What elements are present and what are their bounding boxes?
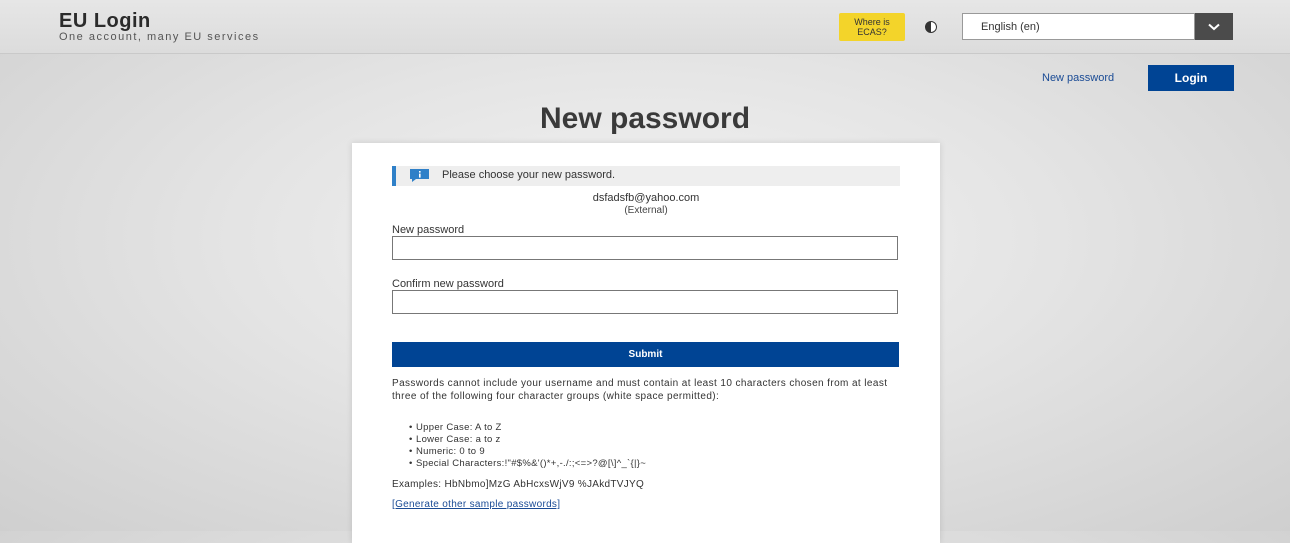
site-subtitle: One account, many EU services [59,31,260,43]
new-password-label: New password [392,224,465,236]
confirm-password-label: Confirm new password [392,278,504,290]
contrast-icon[interactable] [925,21,937,33]
info-message: Please choose your new password. [392,166,900,186]
page-title: New password [539,102,751,135]
rule-upper-case: Upper Case: A to Z [409,422,646,434]
where-is-ecas-button[interactable]: Where is ECAS? [839,13,905,41]
site-header: EU Login One account, many EU services W… [0,0,1290,54]
confirm-password-input[interactable] [392,290,898,314]
site-title: EU Login [59,10,151,32]
rule-special-characters: Special Characters:!"#$%&'()*+,-./:;<=>?… [409,458,646,470]
language-dropdown-button[interactable] [1195,13,1233,40]
new-password-link[interactable]: New password [1042,72,1114,84]
chevron-down-icon [1208,23,1220,30]
login-button[interactable]: Login [1148,65,1234,91]
rule-lower-case: Lower Case: a to z [409,434,646,446]
user-type: (External) [624,205,668,216]
info-speech-icon [410,169,429,182]
password-examples: Examples: HbNbmo]MzG AbHcxsWjV9 %JAkdTVJ… [392,479,645,490]
password-form-card: Please choose your new password. dsfadsf… [352,143,940,543]
generate-sample-passwords-link[interactable]: [Generate other sample passwords] [392,499,560,510]
language-select[interactable]: English (en) [962,13,1195,40]
new-password-input[interactable] [392,236,898,260]
user-email: dsfadsfb@yahoo.com [592,192,700,204]
language-select-value: English (en) [981,21,1040,33]
submit-button[interactable]: Submit [392,342,899,367]
password-rules-list: Upper Case: A to Z Lower Case: a to z Nu… [409,422,646,470]
password-rules-intro: Passwords cannot include your username a… [392,378,888,402]
info-message-text: Please choose your new password. [442,169,616,181]
rule-numeric: Numeric: 0 to 9 [409,446,646,458]
